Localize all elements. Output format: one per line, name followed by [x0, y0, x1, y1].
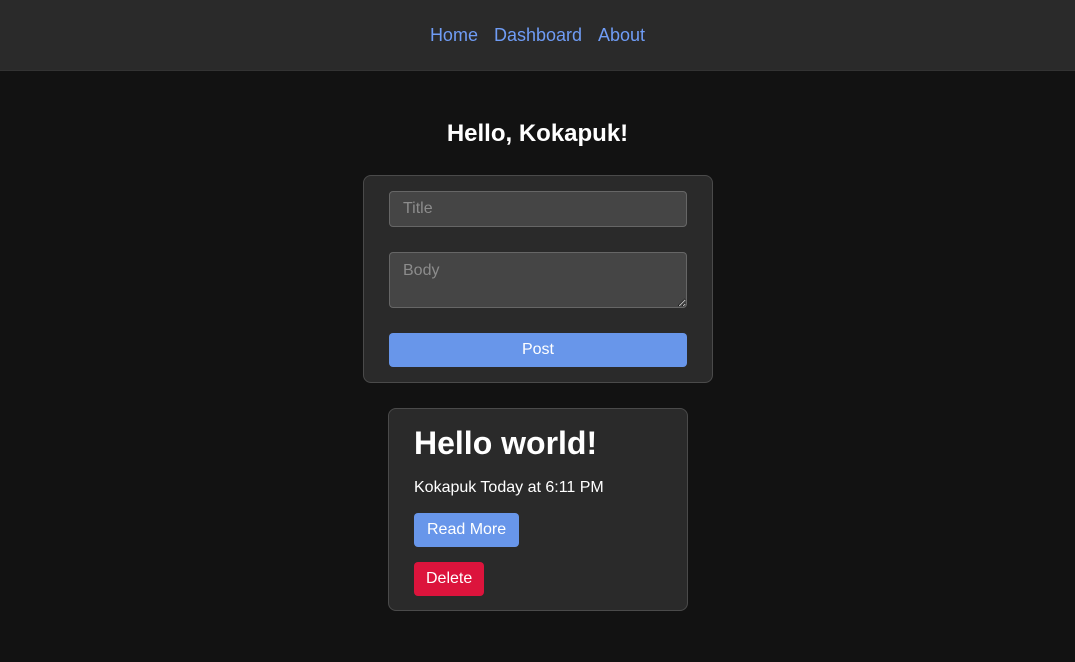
nav-link-home[interactable]: Home — [430, 25, 478, 46]
read-more-button[interactable]: Read More — [414, 513, 520, 547]
post-card: Hello world! Kokapuk Today at 6:11 PM Re… — [388, 408, 688, 611]
nav-link-dashboard[interactable]: Dashboard — [494, 25, 582, 46]
title-input[interactable] — [389, 191, 687, 227]
body-textarea[interactable] — [389, 252, 687, 308]
top-navbar: Home Dashboard About — [0, 0, 1075, 71]
new-post-form: Post — [363, 175, 713, 383]
greeting-heading: Hello, Kokapuk! — [446, 120, 629, 147]
post-title: Hello world! — [414, 425, 598, 461]
nav-link-about[interactable]: About — [598, 25, 645, 46]
post-meta: Kokapuk Today at 6:11 PM — [414, 479, 604, 496]
delete-button[interactable]: Delete — [414, 562, 485, 596]
post-button[interactable]: Post — [389, 333, 687, 367]
